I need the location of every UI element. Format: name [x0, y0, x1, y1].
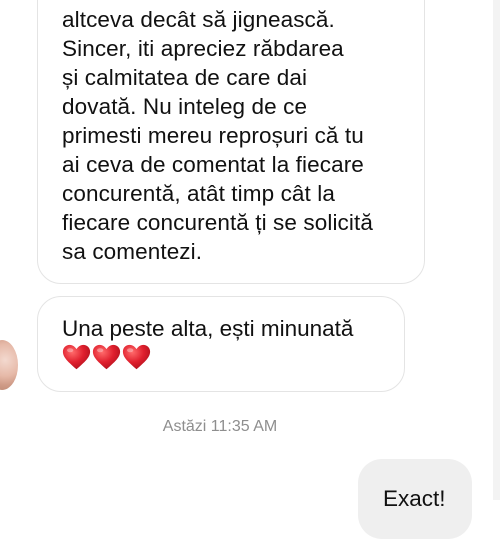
message-line: și calmitatea de care dai	[62, 65, 308, 90]
message-line: Sincer, iti apreciez răbdarea	[62, 36, 344, 61]
scroll-edge	[493, 0, 500, 500]
outgoing-message-bubble[interactable]: Exact!	[358, 459, 472, 539]
heart-emoji-group	[62, 343, 151, 373]
sender-avatar[interactable]	[0, 340, 18, 390]
message-line: primesti mereu reproșuri că tu	[62, 123, 364, 148]
incoming-message-bubble[interactable]: altceva decât să jignească. Sincer, iti …	[37, 0, 425, 284]
message-text: altceva decât să jignească. Sincer, iti …	[62, 5, 410, 266]
message-line: fiecare concurentă ți se solicită	[62, 210, 373, 235]
message-timestamp: Astăzi 11:35 AM	[162, 418, 278, 435]
message-line: ai ceva de comentat la fiecare	[62, 152, 364, 177]
message-line: altceva decât să jignească.	[62, 7, 335, 32]
incoming-message-bubble[interactable]: Una peste alta, ești minunată	[37, 296, 405, 392]
heart-icon	[62, 344, 91, 370]
message-line: sa comentezi.	[62, 239, 203, 264]
heart-icon	[122, 344, 151, 370]
message-text: Una peste alta, ești minunată	[62, 316, 354, 341]
message-text: Exact!	[383, 486, 446, 511]
message-line: dovată. Nu inteleg de ce	[62, 94, 308, 119]
message-line: concurentă, atât timp cât la	[62, 181, 335, 206]
heart-icon	[92, 344, 121, 370]
